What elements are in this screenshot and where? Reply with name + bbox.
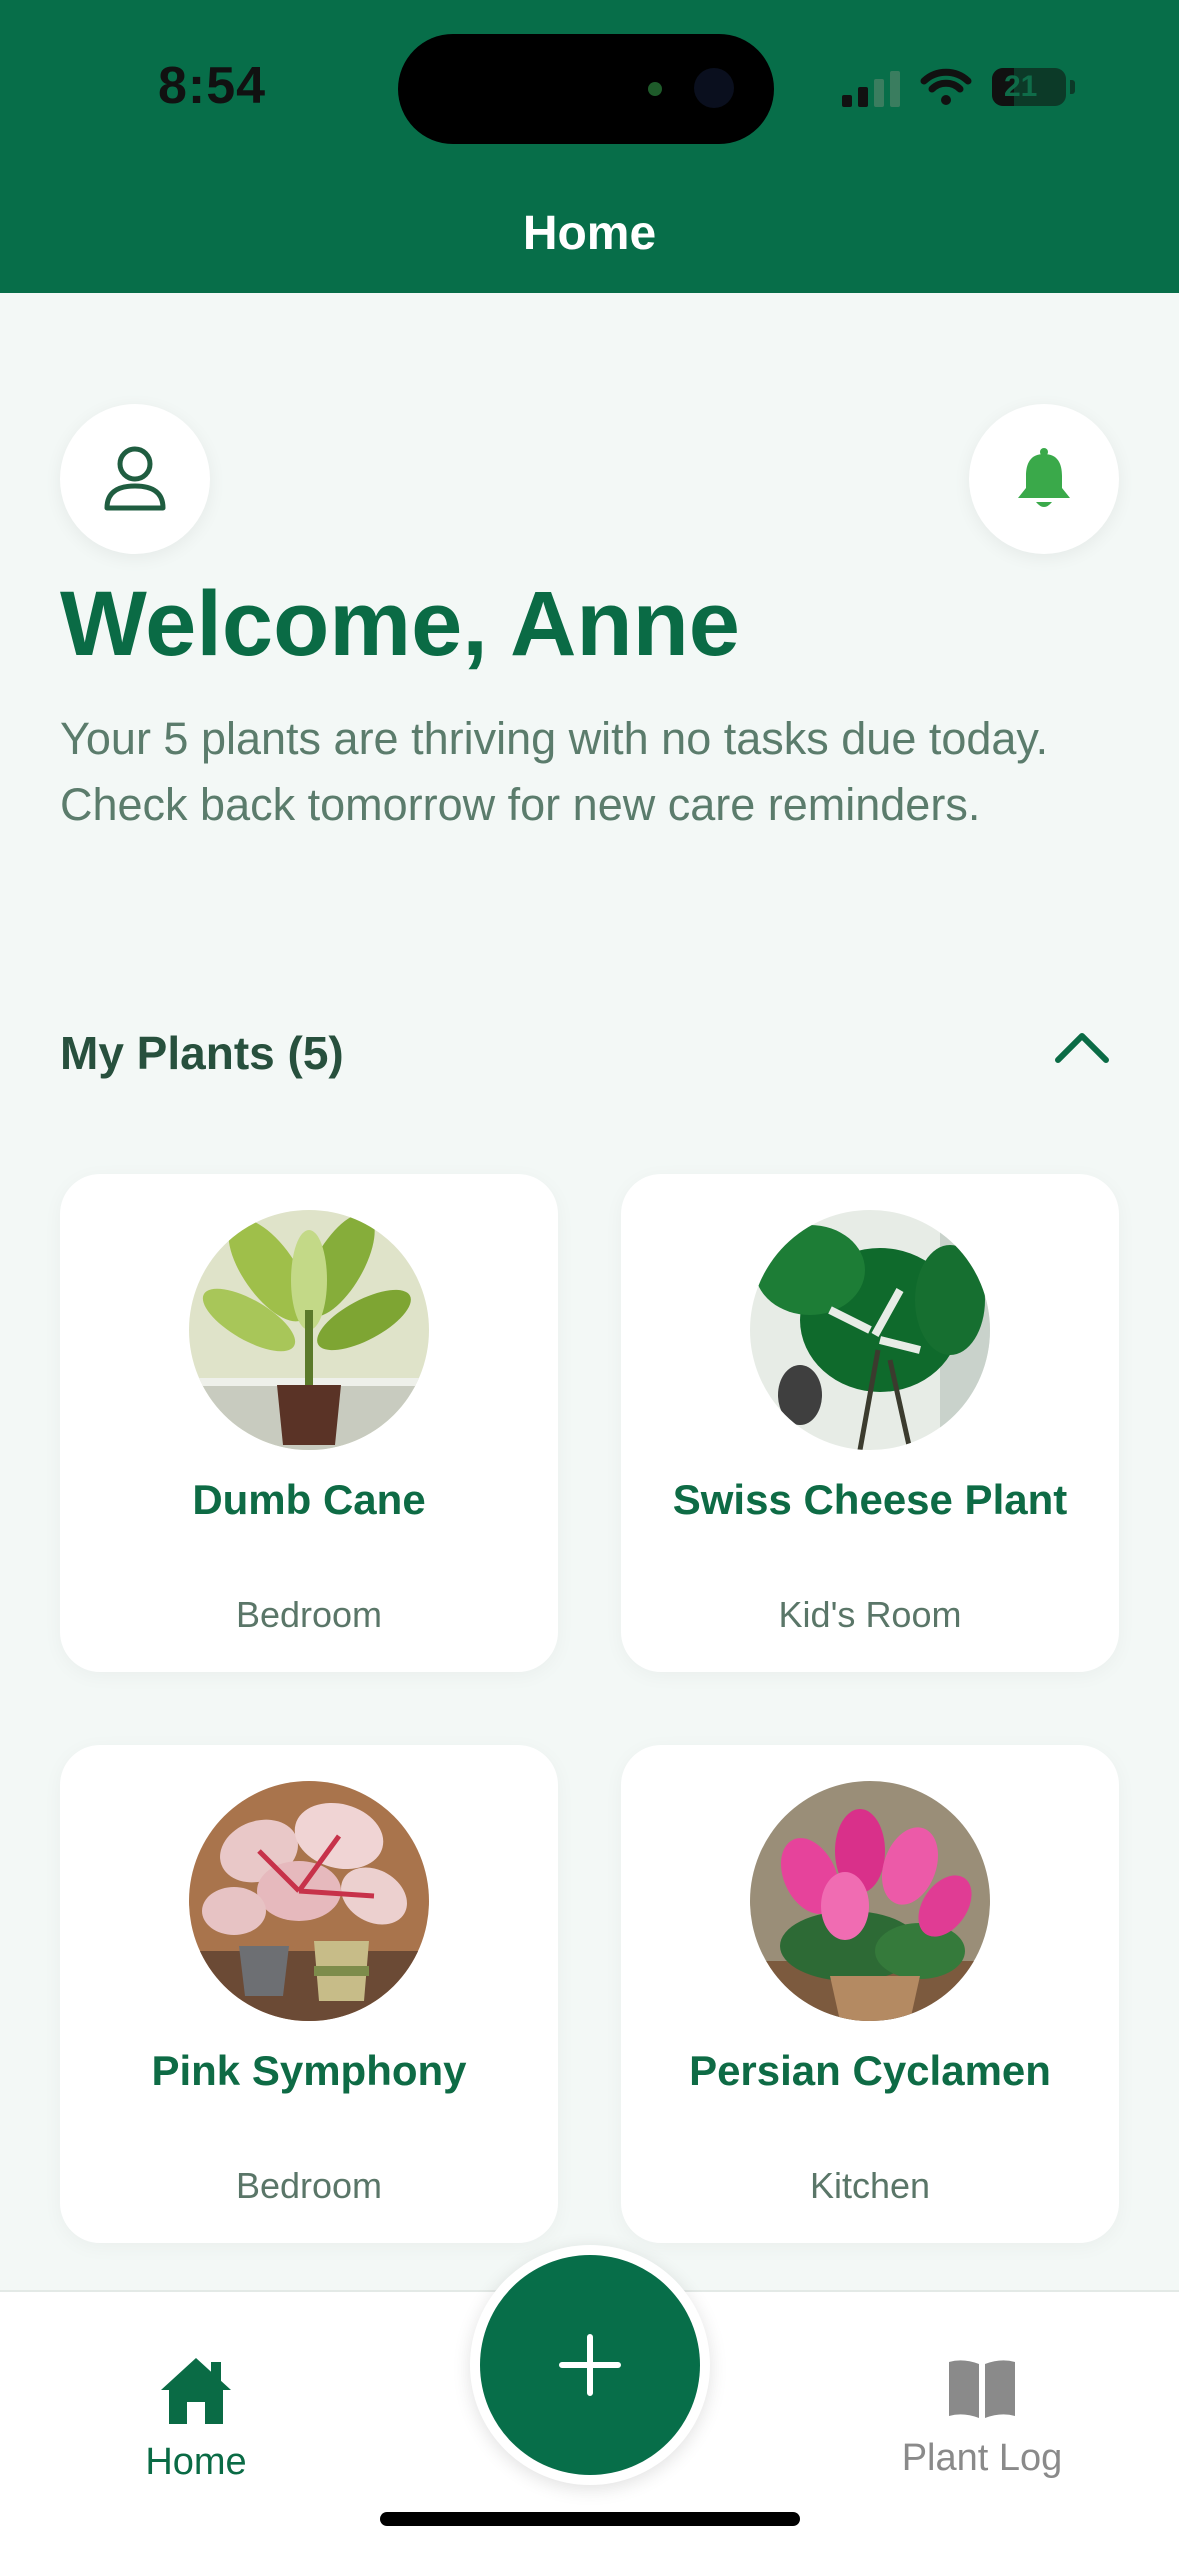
dynamic-island xyxy=(398,34,774,144)
home-indicator xyxy=(380,2512,800,2526)
plant-name: Persian Cyclamen xyxy=(689,2047,1051,2094)
plant-name: Dumb Cane xyxy=(192,1476,426,1523)
tab-home-label: Home xyxy=(145,2441,247,2483)
status-time: 8:54 xyxy=(158,57,267,115)
plant-photo xyxy=(189,1210,429,1450)
plant-room: Kitchen xyxy=(809,2165,931,2206)
notifications-button[interactable] xyxy=(969,404,1119,554)
battery-level: 21 xyxy=(1004,70,1038,103)
tab-plant-log[interactable]: Plant Log xyxy=(852,2356,1112,2480)
welcome-heading: Welcome, Anne xyxy=(60,573,740,675)
status-icons: 21 xyxy=(842,62,1075,112)
add-plant-button[interactable] xyxy=(470,2245,710,2485)
plant-name: Pink Symphony xyxy=(151,2047,467,2094)
plus-icon xyxy=(559,2334,621,2396)
plant-name: Swiss Cheese Plant xyxy=(672,1476,1068,1523)
plant-card-dumb-cane[interactable]: Dumb Cane Bedroom xyxy=(60,1174,558,1672)
page-title: Home xyxy=(522,207,657,260)
plant-photo xyxy=(189,1781,429,2021)
app-header: 8:54 21 Home xyxy=(0,0,1179,293)
bell-icon xyxy=(1018,448,1070,507)
plant-room: Kid's Room xyxy=(778,1594,962,1635)
plant-card-persian-cyclamen[interactable]: Persian Cyclamen Kitchen xyxy=(621,1745,1119,2243)
plant-photo xyxy=(750,1781,990,2021)
plant-card-swiss-cheese-plant[interactable]: Swiss Cheese Plant Kid's Room xyxy=(621,1174,1119,1672)
battery-icon: 21 xyxy=(992,68,1066,106)
chevron-up-icon[interactable] xyxy=(1052,1022,1112,1072)
plant-card-pink-symphony[interactable]: Pink Symphony Bedroom xyxy=(60,1745,558,2243)
profile-button[interactable] xyxy=(60,404,210,554)
plant-room: Bedroom xyxy=(235,2165,383,2206)
cellular-signal-icon xyxy=(842,67,900,107)
tab-plant-log-label: Plant Log xyxy=(901,2437,1063,2479)
person-outline-icon xyxy=(104,446,166,511)
my-plants-title: My Plants (5) xyxy=(60,1027,344,1079)
plant-photo xyxy=(750,1210,990,1450)
plant-room: Bedroom xyxy=(235,1594,383,1635)
book-icon xyxy=(949,2360,1015,2418)
house-icon xyxy=(161,2358,231,2424)
welcome-message: Your 5 plants are thriving with no tasks… xyxy=(60,713,1049,830)
wifi-icon xyxy=(920,68,972,105)
tab-home[interactable]: Home xyxy=(66,2356,326,2484)
